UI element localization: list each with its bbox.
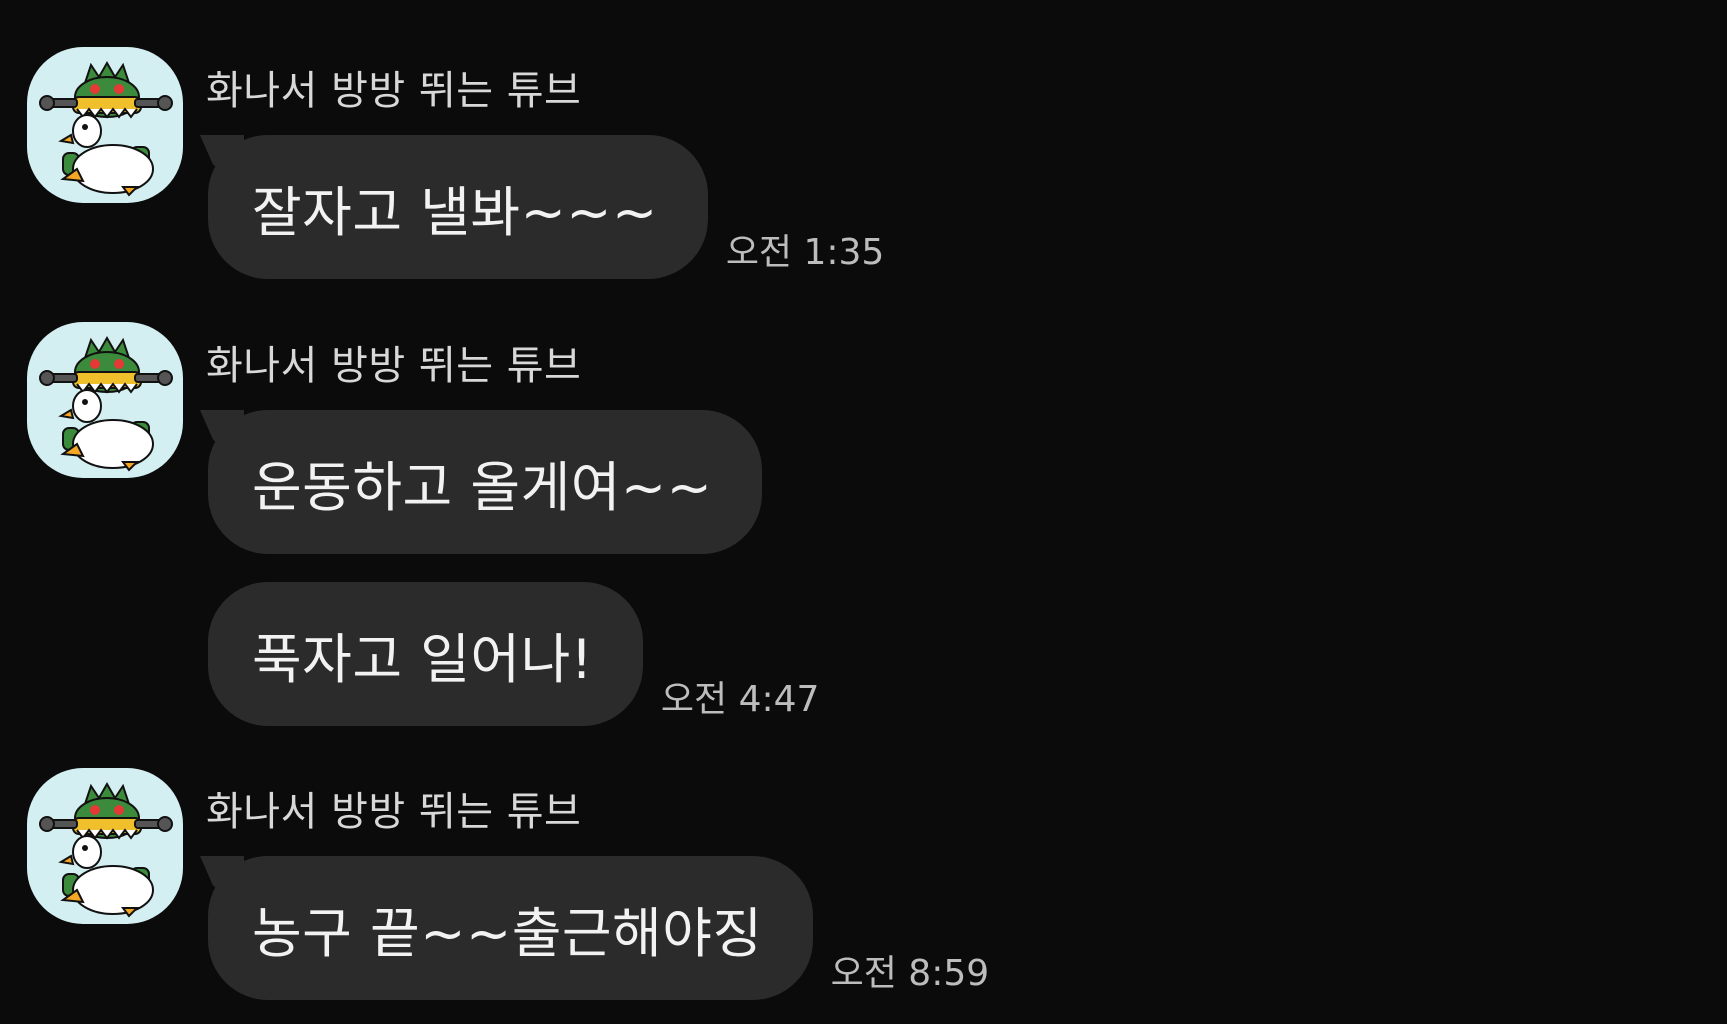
message-row: 푹자고 일어나! 오전 4:47 xyxy=(208,582,819,726)
avatar[interactable] xyxy=(27,768,183,924)
message-bubble[interactable]: 농구 끝~~출근해야징 xyxy=(208,856,813,1000)
tube-character-avatar-icon xyxy=(39,60,173,197)
message-bubble[interactable]: 푹자고 일어나! xyxy=(208,582,643,726)
message-row: 농구 끝~~출근해야징 오전 8:59 xyxy=(208,856,989,1000)
sender-name: 화나서 방방 뛰는 튜브 xyxy=(206,68,582,114)
sender-name: 화나서 방방 뛰는 튜브 xyxy=(206,789,582,835)
message-bubble[interactable]: 잘자고 낼봐~~~ xyxy=(208,135,708,279)
avatar[interactable] xyxy=(27,47,183,203)
avatar[interactable] xyxy=(27,322,183,478)
message-timestamp: 오전 8:59 xyxy=(830,953,990,994)
message-timestamp: 오전 1:35 xyxy=(725,232,885,273)
message-row: 잘자고 낼봐~~~ 오전 1:35 xyxy=(208,135,884,279)
message-bubble[interactable]: 운동하고 올게여~~ xyxy=(208,410,763,554)
message-row: 운동하고 올게여~~ xyxy=(208,410,780,554)
chat-message-list[interactable]: 화나서 방방 뛰는 튜브 잘자고 낼봐~~~ 오전 1:35 화나서 방방 뛰는… xyxy=(0,0,1727,1024)
message-timestamp: 오전 4:47 xyxy=(660,679,820,720)
tube-character-avatar-icon xyxy=(39,781,173,918)
tube-character-avatar-icon xyxy=(39,335,173,472)
sender-name: 화나서 방방 뛰는 튜브 xyxy=(206,343,582,389)
